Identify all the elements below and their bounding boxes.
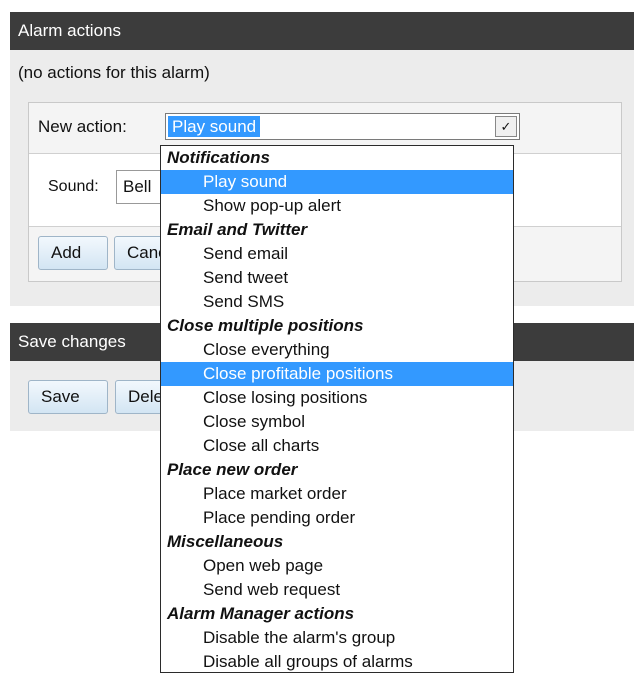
dropdown-option[interactable]: Close everything (161, 338, 513, 362)
dropdown-group-header: Email and Twitter (167, 220, 308, 239)
add-button[interactable]: Add (38, 236, 108, 270)
dropdown-group-header: Close multiple positions (167, 316, 364, 335)
dropdown-option[interactable]: Place market order (161, 482, 513, 506)
dropdown-option[interactable]: Show pop-up alert (161, 194, 513, 218)
dropdown-group-header: Place new order (167, 460, 298, 479)
dropdown-option[interactable]: Send email (161, 242, 513, 266)
dropdown-option[interactable]: Open web page (161, 554, 513, 578)
dropdown-group-header: Alarm Manager actions (167, 604, 355, 623)
dropdown-option[interactable]: Send tweet (161, 266, 513, 290)
new-action-selected-value: Play sound (168, 116, 261, 137)
dropdown-option[interactable]: Place pending order (161, 506, 513, 530)
dropdown-group-header: Miscellaneous (167, 532, 284, 551)
dropdown-option[interactable]: Disable all groups of alarms (161, 650, 513, 672)
no-actions-text: (no actions for this alarm) (18, 63, 210, 82)
dropdown-option[interactable]: Close symbol (161, 410, 513, 434)
dropdown-option[interactable]: Close all charts (161, 434, 513, 458)
new-action-select[interactable]: Play sound ✓ (165, 113, 520, 140)
dropdown-group-header: Notifications (167, 148, 270, 167)
dropdown-option[interactable]: Close losing positions (161, 386, 513, 410)
new-action-label: New action: (38, 117, 127, 136)
dropdown-option[interactable]: Disable the alarm's group (161, 626, 513, 650)
dropdown-option[interactable]: Play sound (161, 170, 513, 194)
action-dropdown-list[interactable]: Notifications Play sound Show pop-up alert… (160, 145, 514, 673)
chevron-down-icon[interactable]: ✓ (495, 116, 517, 137)
dropdown-option[interactable]: Send web request (161, 578, 513, 602)
alarm-actions-header: Alarm actions (10, 12, 634, 50)
dropdown-option[interactable]: Close profitable positions (161, 362, 513, 386)
dropdown-option[interactable]: Send SMS (161, 290, 513, 314)
save-button[interactable]: Save (28, 380, 108, 414)
sound-label: Sound: (48, 178, 99, 195)
